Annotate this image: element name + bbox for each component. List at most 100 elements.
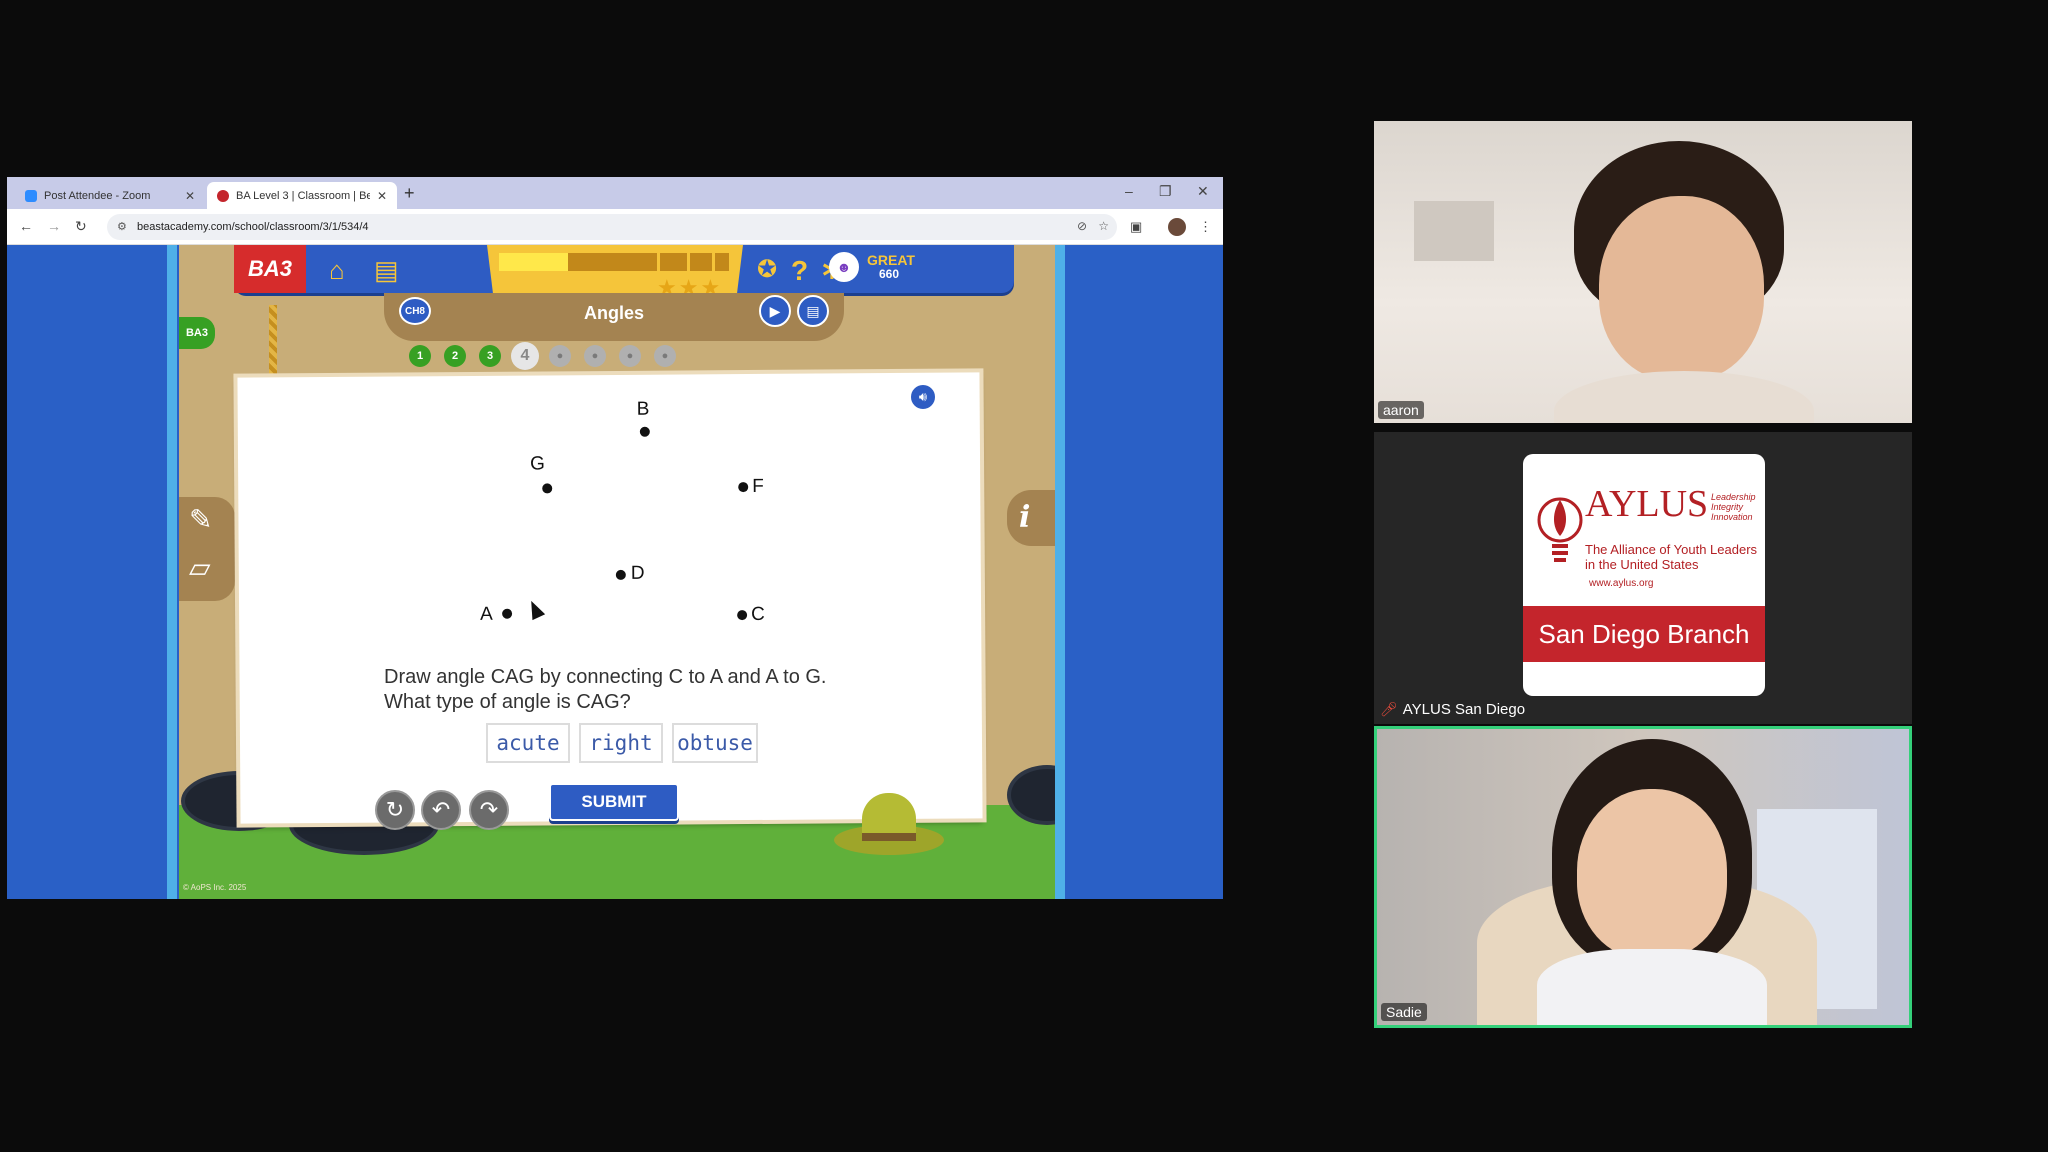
tool-tray: ✎ ▱ (179, 497, 235, 601)
eye-off-icon[interactable]: ⊘ (1077, 219, 1087, 233)
progress-divider (712, 253, 715, 271)
redo-icon[interactable]: ↷ (469, 790, 509, 830)
beast-academy-favicon-icon (217, 189, 229, 202)
point-f (738, 482, 749, 493)
forward-icon[interactable]: → (47, 218, 61, 234)
info-icon: i (1019, 500, 1031, 535)
point-label-b: B (636, 398, 650, 420)
point-c (737, 610, 748, 621)
point-label-g: G (529, 453, 545, 475)
choice-right[interactable]: right (579, 723, 663, 763)
point-b (639, 426, 650, 437)
bookmark-star-icon[interactable]: ☆ (1098, 219, 1109, 233)
address-bar: ← → ↻ ⚙ beastacademy.com/school/classroo… (7, 209, 1223, 245)
point-d (615, 569, 626, 580)
person-face (1599, 196, 1764, 381)
tab-title: BA Level 3 | Classroom | Beast Academy (236, 189, 370, 202)
url-text: beastacademy.com/school/classroom/3/1/53… (137, 221, 369, 233)
page-content: BA3 ⌂ ▤ ★★★ ✪ ? ✲ ☻ GREAT 660 BA3 CH8 (7, 245, 1223, 899)
video-tile-sadie[interactable]: Sadie (1374, 726, 1912, 1028)
participant-name: aaron (1378, 401, 1424, 419)
home-icon[interactable]: ⌂ (329, 255, 345, 286)
profile-avatar[interactable] (1168, 218, 1186, 236)
help-icon[interactable]: ? (791, 255, 808, 287)
branch-name: San Diego Branch (1523, 606, 1765, 662)
participant-label: 🎤︎ AYLUS San Diego (1380, 701, 1525, 718)
restore-icon[interactable]: ❐ (1159, 183, 1172, 200)
point-label-f: F (752, 475, 764, 498)
left-stripe (167, 245, 177, 899)
muted-mic-icon: 🎤︎ (1380, 701, 1398, 717)
tab-beast-academy[interactable]: BA Level 3 | Classroom | Beast Academy ✕ (207, 182, 397, 209)
new-tab-button[interactable]: + (404, 183, 415, 204)
right-stripe (1055, 245, 1065, 899)
level-3[interactable]: 3 (479, 345, 501, 367)
book-icon[interactable]: ▤ (374, 255, 399, 286)
tab-title: Post Attendee - Zoom (44, 189, 151, 202)
level-4[interactable]: 4 (511, 342, 539, 370)
guide-book-icon[interactable]: ▤ (797, 295, 829, 327)
participant-name: Sadie (1381, 1003, 1427, 1021)
progress-divider (687, 253, 690, 271)
level-2[interactable]: 2 (444, 345, 466, 367)
choice-obtuse[interactable]: obtuse (672, 723, 758, 763)
question-line: What type of angle is CAG? (384, 691, 631, 713)
tab-zoom[interactable]: Post Attendee - Zoom ✕ (15, 182, 205, 209)
video-tile-aylus[interactable]: AYLUS Leadership Integrity Innovation Th… (1374, 432, 1912, 724)
person-face (1577, 789, 1727, 959)
point-g (542, 483, 553, 494)
aylus-logo-card: AYLUS Leadership Integrity Innovation Th… (1523, 454, 1765, 696)
tab-search-icon[interactable]: ▣ (1130, 219, 1142, 235)
rating-label: GREAT (867, 252, 915, 268)
level-locked-icon: ● (654, 345, 676, 367)
level-locked-icon: ● (584, 345, 606, 367)
tab-bar: Post Attendee - Zoom ✕ BA Level 3 | Clas… (7, 177, 1223, 209)
points-value: 660 (879, 267, 900, 281)
play-video-icon[interactable]: ▶ (759, 295, 791, 327)
browser-window: Post Attendee - Zoom ✕ BA Level 3 | Clas… (7, 177, 1223, 899)
ceiling-vent (1414, 201, 1494, 261)
close-tab-icon[interactable]: ✕ (185, 189, 195, 203)
participant-name: AYLUS San Diego (1402, 701, 1526, 718)
aylus-subtitle: The Alliance of Youth Leaders in the Uni… (1585, 542, 1758, 572)
speaker-icon[interactable]: 🔊︎ (909, 383, 937, 411)
submit-button[interactable]: SUBMIT (549, 783, 679, 821)
monster-avatar-icon[interactable]: ☻ (829, 252, 859, 282)
eraser-icon[interactable]: ▱ (189, 551, 211, 584)
pencil-icon[interactable]: ✎ (189, 503, 212, 536)
choice-acute[interactable]: acute (486, 723, 570, 763)
lesson-bar: CH8 Angles ▶ ▤ (384, 293, 844, 341)
point-label-a: A (480, 603, 493, 625)
copyright-text: © AoPS Inc. 2025 (183, 883, 247, 892)
question-text: Draw angle CAG by connecting C to A and … (384, 665, 826, 715)
zoom-favicon-icon (25, 189, 37, 202)
back-icon[interactable]: ← (19, 218, 33, 234)
close-tab-icon[interactable]: ✕ (377, 189, 387, 203)
torch-logo-icon (1537, 497, 1583, 562)
point-label-d: D (630, 562, 645, 584)
site-info-icon[interactable]: ⚙ (117, 220, 127, 233)
ranger-hat (834, 785, 944, 855)
game-area: BA3 ⌂ ▤ ★★★ ✪ ? ✲ ☻ GREAT 660 BA3 CH8 (179, 245, 1055, 899)
minimize-icon[interactable]: – (1125, 183, 1133, 199)
info-tab[interactable]: i (1007, 490, 1055, 546)
question-line: Draw angle CAG by connecting C to A and … (384, 666, 827, 688)
level-locked-icon: ● (619, 345, 641, 367)
url-field[interactable]: ⚙ beastacademy.com/school/classroom/3/1/… (107, 214, 1117, 240)
award-icon[interactable]: ✪ (757, 255, 777, 284)
person-shirt (1554, 371, 1814, 423)
close-window-icon[interactable]: ✕ (1197, 183, 1209, 200)
level-locked-icon: ● (549, 345, 571, 367)
ba-logo[interactable]: BA3 (234, 245, 306, 293)
undo-icon[interactable]: ↶ (421, 790, 461, 830)
level-1[interactable]: 1 (409, 345, 431, 367)
score-display[interactable]: GREAT 660 (867, 253, 915, 281)
reset-icon[interactable]: ↻ (375, 790, 415, 830)
progress-divider (657, 253, 660, 271)
reload-icon[interactable]: ↻ (75, 218, 87, 235)
aylus-tagline: Leadership Integrity Innovation (1711, 492, 1756, 522)
video-tile-aaron[interactable]: aaron (1374, 121, 1912, 423)
level-side-badge[interactable]: BA3 (179, 317, 215, 349)
more-menu-icon[interactable]: ⋮ (1199, 219, 1212, 235)
aylus-title: AYLUS (1585, 483, 1709, 525)
